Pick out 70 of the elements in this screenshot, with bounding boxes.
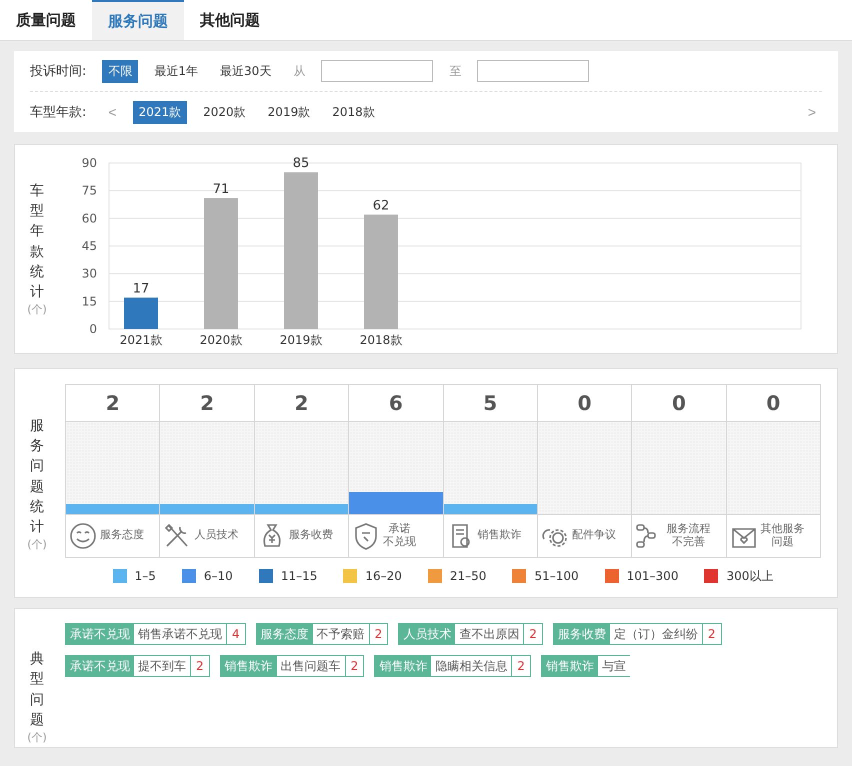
filter-option[interactable]: 最近30天 (214, 60, 278, 82)
axis-tick-label: 15 (82, 294, 97, 308)
tag-count: 2 (190, 656, 209, 676)
filter-option[interactable]: 2019款 (262, 100, 316, 124)
axis-tick-label: 75 (82, 184, 97, 198)
from-label: 从 (293, 62, 306, 80)
data-label: 85 (292, 156, 310, 172)
axis-tick-label: 30 (82, 266, 97, 281)
unit-label: (个) (27, 537, 47, 552)
to-label: 至 (449, 62, 462, 80)
legend-label: 101–300 (626, 569, 678, 583)
smiley-icon (68, 520, 98, 550)
filter-option[interactable]: 2018款 (326, 100, 381, 124)
legend-label: 1–5 (134, 569, 156, 583)
legend-label: 21–50 (450, 569, 486, 583)
category-label: 2019款 (280, 333, 322, 347)
section-title: 服务问题统计 (30, 416, 44, 538)
tag-count: 2 (368, 624, 388, 644)
category-label: 2020款 (200, 333, 242, 347)
category-label: 服务态度 (100, 529, 144, 542)
tag-issue[interactable]: 查不出原因 (455, 624, 524, 644)
category-label: 2018款 (360, 333, 402, 347)
tag-count: 2 (344, 656, 364, 676)
category-label: 2021款 (120, 333, 162, 347)
category-label: 问题 (772, 536, 794, 548)
data-label: 71 (212, 182, 230, 198)
filter-option[interactable]: 最近1年 (148, 60, 204, 82)
unit-label: (个) (27, 730, 47, 746)
tag-count: 4 (226, 624, 245, 644)
legend-label: 300以上 (726, 568, 774, 584)
section-title: 典型问题 (30, 650, 44, 730)
tag-count: 2 (702, 624, 721, 644)
tab[interactable]: 服务问题 (92, 0, 184, 40)
legend-label: 11–15 (280, 569, 318, 583)
legend-label: 51–100 (534, 569, 579, 583)
data-label: 17 (132, 282, 150, 297)
axis-tick-label: 60 (82, 211, 97, 226)
date-field[interactable] (477, 60, 590, 82)
filter-option[interactable]: 不限 (102, 60, 138, 82)
tag-issue[interactable]: 定（订）金纠纷 (610, 624, 702, 644)
tag-issue[interactable]: 出售问题车 (276, 656, 345, 676)
category-label: 不完善 (672, 536, 705, 548)
chart-title: 车型年款统计 (30, 182, 44, 302)
filter-option[interactable]: 2020款 (197, 100, 252, 124)
category-label: 人员技术 (194, 529, 238, 542)
category-label: 承诺 (388, 523, 411, 536)
axis-tick-label: 0 (89, 322, 97, 336)
category-label: 服务流程 (666, 523, 710, 536)
filter-label: 车型年款: (30, 104, 86, 121)
tag-issue[interactable]: 与宣 (598, 656, 630, 676)
tag-count: 2 (523, 624, 542, 644)
data-label: 62 (372, 198, 390, 214)
category-label: 配件争议 (572, 529, 616, 542)
legend-label: 6–10 (204, 569, 233, 583)
axis-tick-label: 90 (82, 156, 97, 170)
category-label: 服务收费 (288, 529, 333, 542)
filter-label: 投诉时间: (30, 63, 86, 80)
tag-issue[interactable]: 销售承诺不兑现 (134, 624, 226, 644)
tag-count: 2 (511, 656, 530, 676)
date-field[interactable] (321, 60, 434, 82)
axis-tick-label: 45 (82, 239, 97, 253)
category-label: 销售欺诈 (478, 529, 522, 542)
tag-issue[interactable]: 隐瞒相关信息 (431, 656, 512, 676)
tag-issue[interactable]: 提不到车 (134, 656, 190, 676)
category-label: 其他服务 (760, 523, 805, 536)
category-label: 不兑现 (383, 536, 416, 548)
unit-label: (个) (27, 302, 47, 318)
legend-label: 16–20 (365, 569, 402, 583)
tag-issue[interactable]: 不予索赔 (312, 624, 369, 644)
filter-option[interactable]: 2021款 (132, 100, 188, 124)
